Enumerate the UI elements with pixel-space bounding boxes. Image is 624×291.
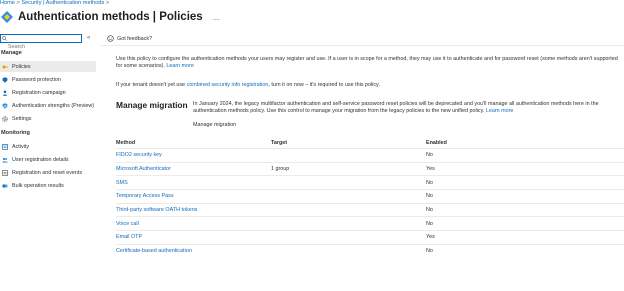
feedback-icon [107, 35, 114, 42]
target-cell [271, 148, 426, 163]
sidebar-item-label: Settings [12, 115, 32, 122]
breadcrumb-separator: > [105, 0, 110, 6]
target-cell [271, 175, 426, 190]
sidebar-item-label: Activity [12, 143, 30, 150]
method-link[interactable]: Certificate-based authentication [116, 243, 271, 258]
feedback-button[interactable]: Got feedback? [107, 35, 152, 42]
list-icon [2, 169, 8, 176]
enabled-cell: No [426, 189, 624, 204]
enabled-cell: No [426, 243, 624, 258]
users-icon [2, 157, 8, 163]
table-row[interactable]: Third-party software OATH tokens No [116, 202, 624, 217]
table-row[interactable]: Certificate-based authentication No [116, 243, 624, 258]
migration-text-2: methods policy. Use this control to mana… [228, 108, 485, 114]
sidebar-item-label: Registration and reset events [12, 169, 83, 176]
breadcrumb-separator: > [16, 0, 20, 6]
column-header-enabled[interactable]: Enabled [426, 137, 624, 149]
method-link[interactable]: Email OTP [116, 230, 271, 245]
method-link[interactable]: Third-party software OATH tokens [116, 202, 271, 217]
search-icon [2, 36, 7, 41]
table-row[interactable]: FIDO2 security key No [116, 148, 624, 163]
sidebar-item-activity[interactable]: Activity [0, 141, 96, 152]
breadcrumb: Home > Security | Authentication methods… [0, 0, 109, 6]
enabled-cell: No [426, 175, 624, 190]
sidebar-item-password-protection[interactable]: Password protection [0, 74, 96, 85]
column-header-target[interactable]: Target [271, 137, 426, 149]
sidebar-item-authentication-strengths[interactable]: Authentication strengths (Preview) [0, 100, 96, 111]
table-row[interactable]: Voice call No [116, 216, 624, 231]
shield-check-icon [2, 102, 8, 109]
section-manage-heading: Manage [1, 50, 22, 56]
target-cell [271, 216, 426, 231]
section-monitoring-heading: Monitoring [1, 130, 30, 136]
manage-migration-link[interactable]: Manage migration [193, 122, 236, 129]
methods-table: Method Target Enabled FIDO2 security key… [116, 137, 624, 258]
enabled-cell: Yes [426, 161, 624, 176]
sidebar-item-label: User registration details [12, 156, 69, 163]
migration-paragraph: In January 2024, the legacy multifactor … [193, 101, 621, 115]
table-header-row: Method Target Enabled [116, 137, 624, 149]
method-link[interactable]: Temporary Access Pass [116, 189, 271, 204]
table-row[interactable]: Microsoft Authenticator 1 group Yes [116, 161, 624, 176]
sidebar-item-settings[interactable]: Settings [0, 113, 96, 124]
shield-icon [2, 76, 8, 83]
bulk-icon [2, 183, 8, 189]
table-row[interactable]: Temporary Access Pass No [116, 189, 624, 204]
manage-migration-heading: Manage migration [116, 100, 188, 110]
method-link[interactable]: Voice call [116, 216, 271, 231]
sidebar-item-label: Authentication strengths (Preview) [12, 102, 95, 109]
intro-paragraph: Use this policy to configure the authent… [116, 56, 621, 70]
key-icon [2, 64, 8, 70]
search-box [0, 34, 82, 51]
enabled-cell: No [426, 216, 624, 231]
sidebar-item-label: Password protection [12, 76, 61, 83]
auth-methods-icon [1, 11, 13, 23]
breadcrumb-section[interactable]: Security | Authentication methods [21, 0, 104, 6]
combined-suffix: , turn it on now – it's required to use … [268, 82, 380, 88]
gear-icon [2, 115, 8, 122]
intro-text-2: scenarios). [138, 63, 165, 69]
sidebar-item-label: Policies [12, 63, 31, 70]
target-cell [271, 189, 426, 204]
migration-learn-more-link[interactable]: Learn more [486, 108, 514, 114]
method-link[interactable]: FIDO2 security key [116, 148, 271, 163]
method-link[interactable]: Microsoft Authenticator [116, 161, 271, 176]
enabled-cell: Yes [426, 230, 624, 245]
sidebar-item-user-registration-details[interactable]: User registration details [0, 154, 96, 165]
sidebar-item-bulk-operation-results[interactable]: Bulk operation results [0, 180, 96, 191]
sidebar-item-label: Registration campaign [12, 89, 66, 96]
target-cell [271, 202, 426, 217]
divider [100, 45, 624, 46]
method-link[interactable]: SMS [116, 175, 271, 190]
target-cell: 1 group [271, 161, 426, 176]
column-header-method[interactable]: Method [116, 137, 271, 149]
target-cell [271, 243, 426, 258]
combined-registration-link[interactable]: combined security info registration [187, 82, 269, 88]
enabled-cell: No [426, 148, 624, 163]
enabled-cell: No [426, 202, 624, 217]
table-row[interactable]: Email OTP Yes [116, 230, 624, 245]
sidebar-item-registration-reset-events[interactable]: Registration and reset events [0, 167, 96, 178]
intro-learn-more-link[interactable]: Learn more [166, 63, 194, 69]
sidebar-item-label: Bulk operation results [12, 182, 64, 189]
target-cell [271, 230, 426, 245]
feedback-label: Got feedback? [117, 35, 153, 42]
table-row[interactable]: SMS No [116, 175, 624, 190]
page-header: Authentication methods | Policies ... [0, 8, 219, 26]
page-title: Authentication methods | Policies [18, 11, 203, 23]
breadcrumb-home[interactable]: Home [0, 0, 15, 6]
more-options-button[interactable]: ... [213, 13, 220, 22]
combined-registration-paragraph: If your tenant doesn't yet use combined … [116, 82, 621, 89]
activity-icon [2, 143, 8, 150]
sidebar-item-policies[interactable]: Policies [0, 61, 96, 72]
sidebar-item-registration-campaign[interactable]: Registration campaign [0, 87, 96, 98]
person-icon [2, 90, 8, 96]
combined-prefix: If your tenant doesn't yet use [116, 82, 186, 88]
collapse-sidebar-button[interactable]: « [87, 35, 90, 41]
